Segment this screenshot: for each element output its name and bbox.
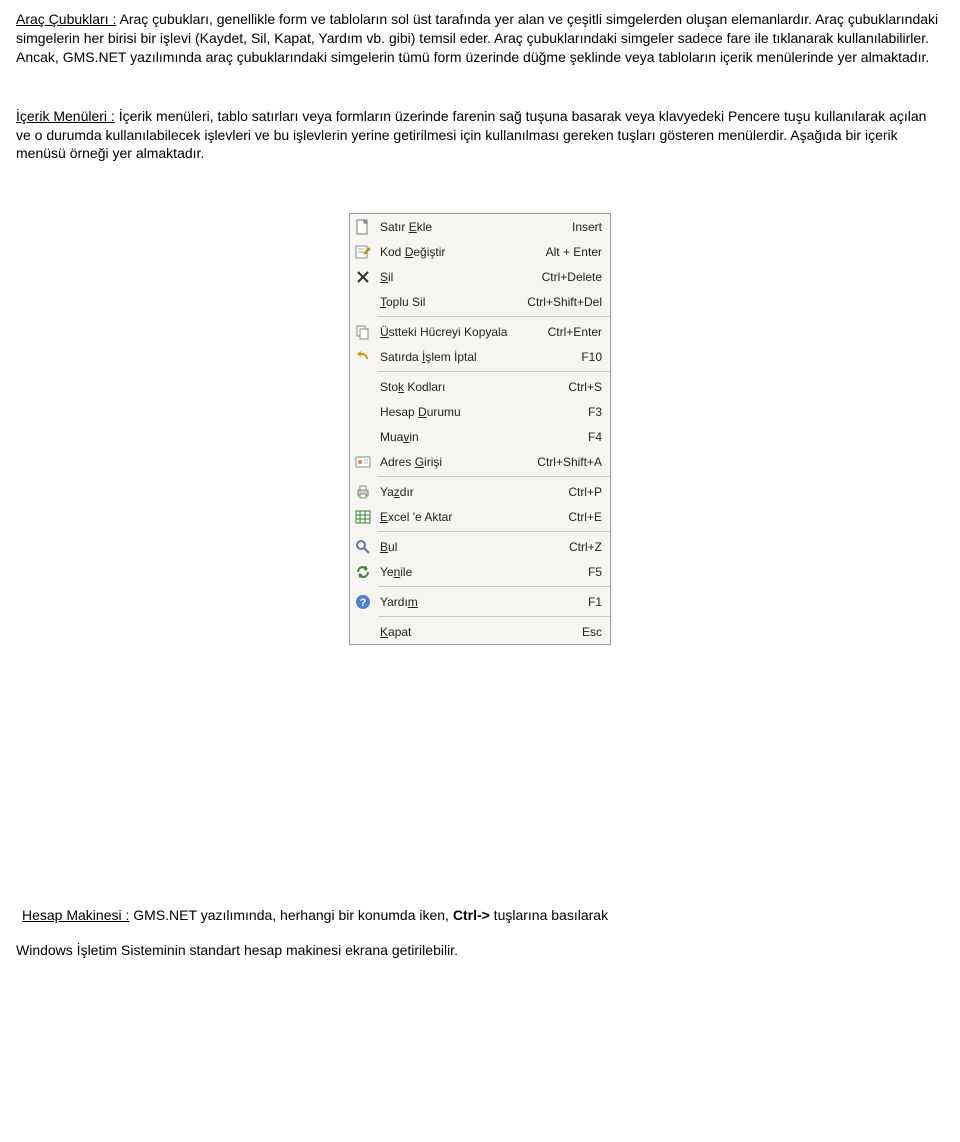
menu-separator <box>350 586 610 587</box>
new-icon <box>352 216 374 238</box>
menu-item[interactable]: BulCtrl+Z <box>350 534 610 559</box>
menu-item[interactable]: YazdırCtrl+P <box>350 479 610 504</box>
menu-item-shortcut: Ctrl+Shift+Del <box>519 295 602 309</box>
menu-item[interactable]: ? YardımF1 <box>350 589 610 614</box>
blank-icon <box>352 376 374 398</box>
menu-item[interactable]: Satır EkleInsert <box>350 214 610 239</box>
context-menu-example-wrapper: Satır EkleInsertKod DeğiştirAlt + EnterS… <box>16 213 944 645</box>
menu-item-shortcut: Ctrl+Delete <box>534 270 602 284</box>
menu-item-shortcut: Ctrl+Z <box>561 540 602 554</box>
menu-item-shortcut: Alt + Enter <box>538 245 602 259</box>
help-icon: ? <box>355 594 371 610</box>
menu-item-shortcut: F3 <box>580 405 602 419</box>
menu-item-label: Bul <box>380 540 561 554</box>
copy-icon <box>355 324 371 340</box>
blank-icon <box>352 426 374 448</box>
menu-item-label: Üstteki Hücreyi Kopyala <box>380 325 540 339</box>
menu-item-shortcut: Ctrl+Shift+A <box>529 455 602 469</box>
paragraph-title: İçerik Menüleri : <box>16 108 115 124</box>
address-icon <box>352 451 374 473</box>
refresh-icon <box>352 561 374 583</box>
print-icon <box>352 481 374 503</box>
menu-item-label: Kapat <box>380 625 574 639</box>
copy-icon <box>352 321 374 343</box>
undo-icon <box>352 346 374 368</box>
paragraph-text: İçerik menüleri, tablo satırları veya fo… <box>16 108 926 162</box>
menu-item-shortcut: F5 <box>580 565 602 579</box>
menu-separator <box>350 316 610 317</box>
text-segment: tuşlarına basılarak <box>490 907 608 923</box>
menu-item-label: Stok Kodları <box>380 380 560 394</box>
menu-item[interactable]: Üstteki Hücreyi KopyalaCtrl+Enter <box>350 319 610 344</box>
new-document-icon <box>355 219 371 235</box>
blank-icon <box>352 401 374 423</box>
address-card-icon <box>355 454 371 470</box>
menu-item-label: Muavin <box>380 430 580 444</box>
undo-icon <box>355 349 371 365</box>
paragraph-toolbars: Araç Çubukları : Araç çubukları, genelli… <box>16 10 944 67</box>
help-icon: ? <box>352 591 374 613</box>
paragraph-calculator-line2: Windows İşletim Sisteminin standart hesa… <box>16 940 944 960</box>
text-segment: GMS.NET yazılımında, herhangi bir konumd… <box>129 907 452 923</box>
menu-item-shortcut: Ctrl+E <box>560 510 602 524</box>
menu-item-shortcut: F10 <box>573 350 602 364</box>
menu-item-label: Excel 'e Aktar <box>380 510 560 524</box>
menu-item-label: Yenile <box>380 565 580 579</box>
menu-item-shortcut: Ctrl+S <box>560 380 602 394</box>
menu-item[interactable]: Satırda İşlem İptalF10 <box>350 344 610 369</box>
menu-item-label: Yazdır <box>380 485 560 499</box>
menu-item-shortcut: Ctrl+Enter <box>540 325 602 339</box>
menu-item[interactable]: Toplu SilCtrl+Shift+Del <box>350 289 610 314</box>
menu-separator <box>350 371 610 372</box>
menu-item-shortcut: F4 <box>580 430 602 444</box>
paragraph-title: Hesap Makinesi : <box>22 907 129 923</box>
print-icon <box>355 484 371 500</box>
menu-item-label: Sil <box>380 270 534 284</box>
excel-icon <box>355 509 371 525</box>
menu-item-shortcut: Ctrl+P <box>560 485 602 499</box>
blank-icon <box>352 291 374 313</box>
search-icon <box>355 539 371 555</box>
refresh-icon <box>355 564 371 580</box>
delete-icon <box>355 269 371 285</box>
menu-separator <box>350 476 610 477</box>
blank-icon <box>352 621 374 643</box>
excel-icon <box>352 506 374 528</box>
menu-item[interactable]: Kod DeğiştirAlt + Enter <box>350 239 610 264</box>
find-icon <box>352 536 374 558</box>
menu-item-label: Satır Ekle <box>380 220 564 234</box>
menu-item-label: Satırda İşlem İptal <box>380 350 573 364</box>
menu-item[interactable]: Hesap DurumuF3 <box>350 399 610 424</box>
edit-icon <box>352 241 374 263</box>
menu-separator <box>350 616 610 617</box>
menu-item-label: Adres Girişi <box>380 455 529 469</box>
menu-item[interactable]: Stok KodlarıCtrl+S <box>350 374 610 399</box>
menu-item-shortcut: Esc <box>574 625 602 639</box>
delete-icon <box>352 266 374 288</box>
menu-item[interactable]: KapatEsc <box>350 619 610 644</box>
paragraph-context-menus: İçerik Menüleri : İçerik menüleri, tablo… <box>16 107 944 164</box>
menu-item[interactable]: SilCtrl+Delete <box>350 264 610 289</box>
menu-item-label: Kod Değiştir <box>380 245 538 259</box>
menu-item[interactable]: Excel 'e AktarCtrl+E <box>350 504 610 529</box>
menu-item-label: Hesap Durumu <box>380 405 580 419</box>
menu-separator <box>350 531 610 532</box>
menu-item-label: Yardım <box>380 595 580 609</box>
edit-icon <box>355 244 371 260</box>
shortcut-key: Ctrl-> <box>453 907 490 923</box>
paragraph-calculator: Hesap Makinesi : GMS.NET yazılımında, he… <box>16 905 944 925</box>
svg-text:?: ? <box>360 597 367 609</box>
menu-item[interactable]: MuavinF4 <box>350 424 610 449</box>
menu-item[interactable]: Adres GirişiCtrl+Shift+A <box>350 449 610 474</box>
menu-item-shortcut: Insert <box>564 220 602 234</box>
context-menu: Satır EkleInsertKod DeğiştirAlt + EnterS… <box>349 213 611 645</box>
paragraph-text: Araç çubukları, genellikle form ve tablo… <box>16 11 938 65</box>
menu-item-label: Toplu Sil <box>380 295 519 309</box>
paragraph-title: Araç Çubukları : <box>16 11 116 27</box>
menu-item-shortcut: F1 <box>580 595 602 609</box>
menu-item[interactable]: YenileF5 <box>350 559 610 584</box>
